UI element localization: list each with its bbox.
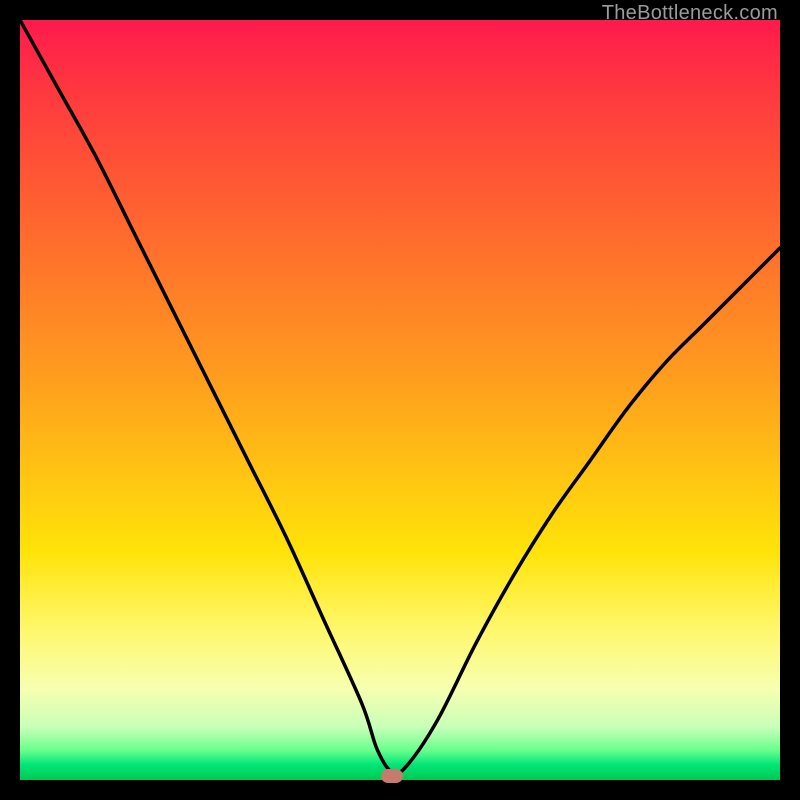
plot-area xyxy=(20,20,780,780)
chart-stage: TheBottleneck.com xyxy=(0,0,800,800)
optimal-marker xyxy=(381,769,403,783)
watermark-text: TheBottleneck.com xyxy=(602,2,778,25)
bottleneck-curve xyxy=(20,20,780,774)
curve-svg xyxy=(20,20,780,780)
